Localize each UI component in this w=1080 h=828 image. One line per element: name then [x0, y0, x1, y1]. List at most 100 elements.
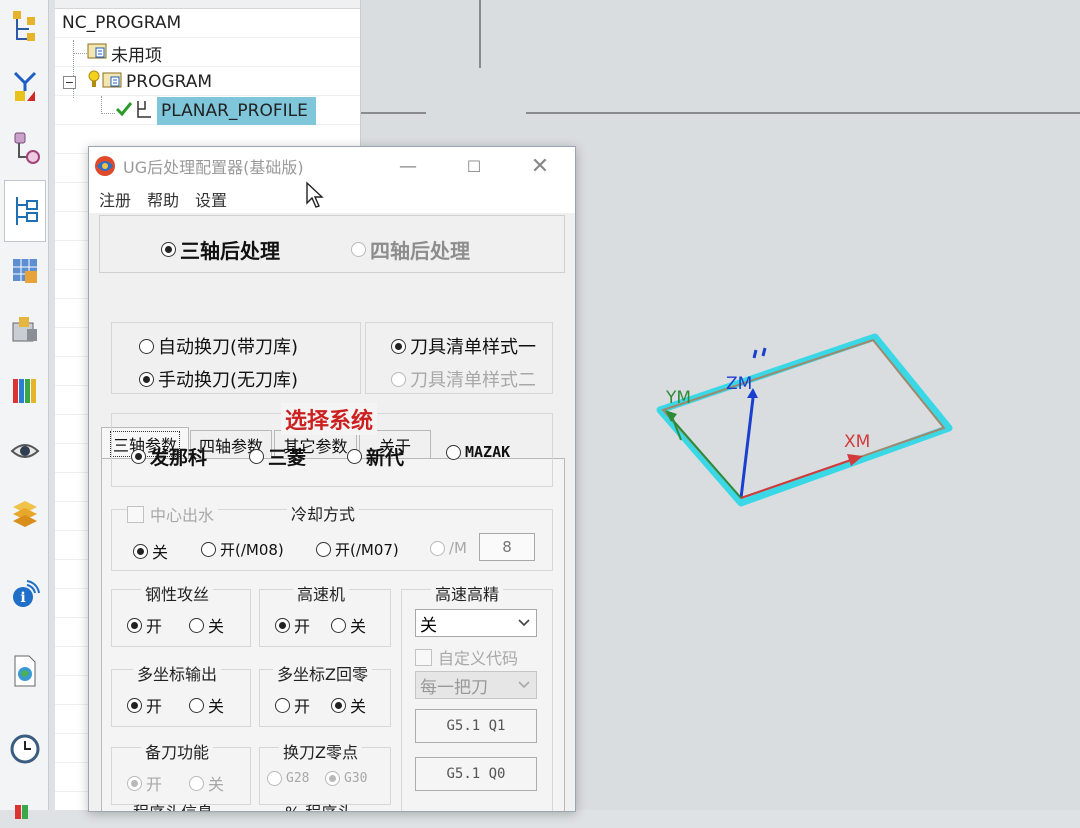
radio-indicator	[161, 242, 176, 257]
radio-system-mitsubishi[interactable]: 三菱	[249, 443, 306, 470]
radio-g28[interactable]: G28	[267, 771, 309, 786]
operation-navigator-icon[interactable]	[4, 180, 46, 242]
radio-label: 关	[350, 697, 367, 716]
tree-line	[73, 53, 87, 54]
tree-node-label: NC_PROGRAM	[62, 13, 182, 33]
g51-q0-button[interactable]: G5.1 Q0	[415, 757, 537, 791]
radio-indicator	[201, 542, 216, 557]
radio-indicator	[127, 697, 142, 713]
hs-precision-title: 高速高精	[431, 581, 504, 605]
app-logo-icon	[93, 154, 117, 178]
visibility-eye-icon[interactable]	[6, 432, 44, 470]
checkbox-center-water[interactable]: 中心出水	[127, 502, 219, 526]
radio-label: /M	[449, 539, 467, 557]
radio-high-speed-on[interactable]: 开	[275, 613, 310, 637]
info-feed-icon[interactable]: i	[6, 574, 44, 612]
axis-label-xm: XM	[844, 432, 870, 452]
g51-q1-button[interactable]: G5.1 Q1	[415, 709, 537, 743]
radio-indicator	[275, 617, 290, 633]
tree-node-planar-profile[interactable]: PLANAR_PROFILE	[115, 97, 316, 125]
radio-system-fanuc[interactable]: 发那科	[131, 443, 207, 470]
resource-toolbar: i	[0, 0, 49, 819]
tree-node-program[interactable]: − PROGRAM	[63, 68, 212, 96]
tool-change-z-title: 换刀Z零点	[279, 739, 362, 763]
tree-node-nc-program[interactable]: NC_PROGRAM	[62, 9, 181, 37]
radio-coolant-m08[interactable]: 开(/M08)	[201, 539, 284, 560]
radio-system-syntec[interactable]: 新代	[347, 443, 404, 470]
radio-label: G30	[344, 771, 368, 786]
dialog-menubar: 注册 帮助 设置	[89, 185, 575, 213]
radio-label: 自动换刀(带刀库)	[158, 337, 299, 358]
radio-toollist-style2[interactable]: 刀具清单样式二	[391, 366, 536, 392]
radio-indicator	[347, 449, 362, 464]
menu-register[interactable]: 注册	[99, 187, 131, 211]
checkbox-label: 自定义代码	[438, 649, 519, 668]
chevron-down-icon	[518, 610, 530, 636]
dialog-title: UG后处理配置器(基础版)	[123, 158, 304, 177]
radio-indicator	[139, 371, 154, 387]
radio-manual-toolchange[interactable]: 手动换刀(无刀库)	[139, 366, 298, 392]
radio-multi-coord-z-on[interactable]: 开	[275, 693, 310, 717]
svg-text:i: i	[20, 590, 25, 606]
radio-label: 关	[208, 617, 225, 636]
radio-multi-coord-on[interactable]: 开	[127, 693, 162, 717]
minimize-button[interactable]: —	[385, 147, 431, 185]
radio-spare-tool-off[interactable]: 关	[189, 771, 224, 795]
checkmark-icon	[115, 100, 133, 123]
radio-high-speed-off[interactable]: 关	[331, 613, 366, 637]
coolant-m-code-input[interactable]: 8	[479, 533, 535, 561]
palette-icon[interactable]	[6, 790, 44, 828]
close-button[interactable]: ✕	[517, 147, 563, 185]
machine-library-icon[interactable]	[6, 312, 44, 350]
radio-toollist-style1[interactable]: 刀具清单样式一	[391, 333, 536, 359]
radio-indicator	[331, 617, 346, 633]
radio-indicator	[275, 697, 290, 713]
radio-g30[interactable]: G30	[325, 771, 367, 786]
multi-coord-title: 多坐标输出	[133, 661, 222, 685]
machine-tool-view-icon[interactable]	[6, 8, 44, 46]
checkbox-box	[127, 505, 144, 523]
radio-rigid-tap-off[interactable]: 关	[189, 613, 224, 637]
radio-coolant-off[interactable]: 关	[133, 539, 168, 563]
web-document-icon[interactable]	[6, 652, 44, 690]
maximize-button[interactable]: ☐	[451, 147, 497, 185]
tree-node-unused[interactable]: 未用项	[87, 39, 162, 67]
radio-indicator	[430, 540, 445, 556]
radio-three-axis[interactable]: 三轴后处理	[161, 235, 280, 264]
program-order-view-icon[interactable]	[6, 68, 44, 106]
per-tool-select[interactable]: 每一把刀	[415, 671, 537, 699]
checkbox-label: 中心出水	[150, 506, 215, 525]
radio-label: 开(/M07)	[335, 541, 399, 559]
part-geometry[interactable]	[656, 333, 953, 507]
rigid-tap-title: 钢性攻丝	[141, 581, 214, 605]
radio-four-axis[interactable]: 四轴后处理	[351, 235, 470, 264]
radio-label: 关	[152, 543, 169, 562]
hs-precision-select[interactable]: 关	[415, 609, 537, 637]
geometry-view-icon[interactable]	[6, 128, 44, 166]
dialog-titlebar[interactable]: UG后处理配置器(基础版) — ☐ ✕	[89, 147, 575, 185]
radio-indicator	[391, 338, 406, 354]
tool-library-icon[interactable]	[6, 252, 44, 290]
collapse-icon[interactable]: −	[63, 75, 76, 89]
radio-indicator	[249, 449, 264, 464]
lightbulb-icon	[88, 70, 100, 95]
tree-line	[101, 113, 115, 114]
radio-auto-toolchange[interactable]: 自动换刀(带刀库)	[139, 333, 298, 359]
radio-multi-coord-z-off[interactable]: 关	[331, 693, 366, 717]
radio-spare-tool-on[interactable]: 开	[127, 771, 162, 795]
radio-coolant-m07[interactable]: 开(/M07)	[316, 539, 399, 560]
checkbox-custom-code[interactable]: 自定义代码	[415, 645, 518, 669]
history-clock-icon[interactable]	[6, 730, 44, 768]
radio-coolant-custom-m[interactable]: /M	[430, 539, 467, 557]
layers-icon[interactable]	[6, 494, 44, 532]
program-header-title: % 程序头	[285, 799, 353, 811]
radio-indicator	[189, 617, 204, 633]
radio-rigid-tap-on[interactable]: 开	[127, 613, 162, 637]
radio-system-mazak[interactable]: MAZAK	[446, 443, 510, 461]
menu-settings[interactable]: 设置	[195, 187, 227, 211]
radio-multi-coord-off[interactable]: 关	[189, 693, 224, 717]
spare-tool-title: 备刀功能	[141, 739, 214, 763]
menu-help[interactable]: 帮助	[147, 187, 179, 211]
multi-coord-z-title: 多坐标Z回零	[273, 661, 372, 685]
material-library-icon[interactable]	[6, 372, 44, 410]
